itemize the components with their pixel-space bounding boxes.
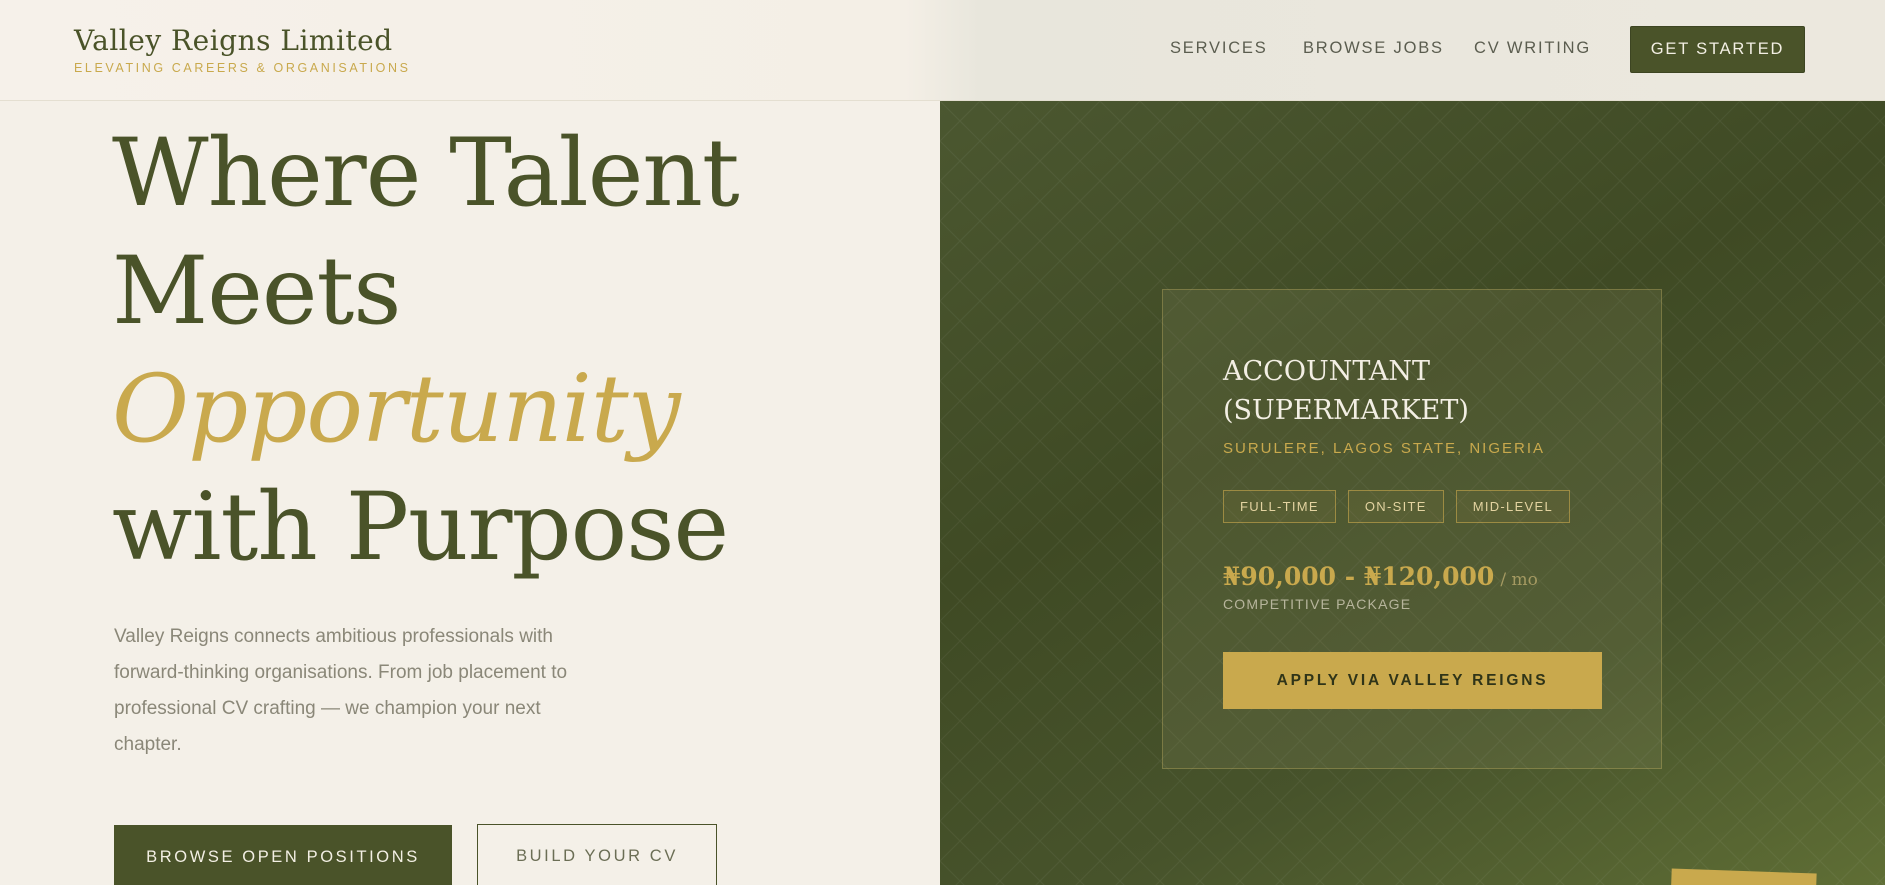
headline-line-4: with Purpose (112, 473, 729, 582)
salary-period: / mo (1500, 570, 1538, 590)
tag-mid-level: MID-LEVEL (1455, 490, 1571, 523)
build-cv-button[interactable]: BUILD YOUR CV (477, 824, 717, 885)
headline-accent: Opportunity (112, 355, 681, 464)
apply-button[interactable]: APPLY VIA VALLEY REIGNS (1223, 652, 1602, 709)
nav-services[interactable]: SERVICES (1170, 39, 1268, 58)
featured-job-panel: ACCOUNTANT (SUPERMARKET) SURULERE, LAGOS… (940, 101, 1885, 885)
site-header: Valley Reigns Limited ELEVATING CAREERS … (0, 0, 1885, 101)
job-location: SURULERE, LAGOS STATE, NIGERIA (1223, 440, 1546, 457)
browse-positions-button[interactable]: BROWSE OPEN POSITIONS (114, 825, 452, 885)
nav-browse-jobs[interactable]: BROWSE JOBS (1303, 39, 1444, 58)
nav-cv-writing[interactable]: CV WRITING (1474, 39, 1591, 58)
job-salary: ₦90,000 - ₦120,000/ mo (1223, 562, 1538, 591)
job-tags: FULL-TIME ON-SITE MID-LEVEL (1223, 490, 1571, 523)
get-started-button[interactable]: GET STARTED (1630, 26, 1805, 73)
brand-name[interactable]: Valley Reigns Limited (74, 24, 411, 57)
headline-line-2: Meets (112, 237, 402, 346)
tag-full-time: FULL-TIME (1223, 490, 1336, 523)
job-card: ACCOUNTANT (SUPERMARKET) SURULERE, LAGOS… (1162, 289, 1662, 769)
salary-amount: ₦90,000 - ₦120,000 (1223, 562, 1495, 591)
hero-section: Where Talent Meets Opportunity with Purp… (0, 101, 940, 885)
hero-headline: Where Talent Meets Opportunity with Purp… (112, 115, 740, 587)
salary-note: COMPETITIVE PACKAGE (1223, 596, 1412, 612)
headline-line-1: Where Talent (112, 119, 740, 228)
brand-tagline: ELEVATING CAREERS & ORGANISATIONS (74, 61, 411, 75)
hero-lead: Valley Reigns connects ambitious profess… (114, 626, 568, 755)
job-title: ACCOUNTANT (SUPERMARKET) (1223, 356, 1469, 426)
tag-on-site: ON-SITE (1347, 490, 1444, 523)
brand[interactable]: Valley Reigns Limited ELEVATING CAREERS … (74, 24, 411, 75)
